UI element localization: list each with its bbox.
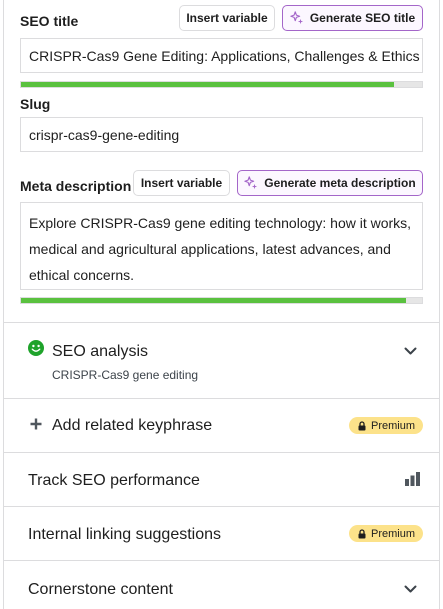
generate-seo-title-button[interactable]: Generate SEO title	[282, 5, 423, 31]
seo-title-progress-fill	[21, 82, 394, 87]
meta-description-value: Explore CRISPR-Cas9 gene editing technol…	[29, 215, 412, 283]
smiley-good-icon	[28, 340, 44, 356]
lock-icon	[358, 528, 366, 538]
slug-label: Slug	[20, 96, 51, 112]
sparkles-icon	[290, 11, 303, 25]
meta-description-textarea[interactable]: Explore CRISPR-Cas9 gene editing technol…	[20, 202, 423, 290]
cornerstone-content-title: Cornerstone content	[28, 581, 173, 598]
seo-title-input[interactable]: CRISPR-Cas9 Gene Editing: Applications, …	[20, 38, 423, 73]
premium-badge: Premium	[349, 525, 424, 542]
seo-analysis-keyphrase: CRISPR-Cas9 gene editing	[52, 368, 199, 382]
plus-icon	[30, 418, 42, 430]
seo-title-length-progress	[20, 81, 423, 88]
sparkles-icon	[244, 176, 258, 190]
generate-meta-description-button[interactable]: Generate meta description	[237, 170, 423, 196]
generate-meta-description-label: Generate meta description	[264, 176, 416, 190]
slug-input[interactable]: crispr-cas9-gene-editing	[20, 117, 423, 152]
cornerstone-content-section[interactable]: Cornerstone content	[3, 561, 440, 609]
meta-description-label: Meta description	[20, 178, 132, 194]
internal-linking-suggestions-section[interactable]: Internal linking suggestions Premium	[3, 507, 440, 560]
meta-description-length-progress	[20, 297, 423, 304]
premium-badge-label: Premium	[371, 419, 416, 432]
add-related-keyphrase-section[interactable]: Add related keyphrase Premium	[3, 399, 440, 452]
chevron-down-icon	[404, 347, 417, 355]
internal-linking-suggestions-title: Internal linking suggestions	[28, 526, 222, 543]
premium-badge-label: Premium	[371, 527, 416, 540]
track-seo-performance-title: Track SEO performance	[28, 472, 200, 489]
meta-description-progress-fill	[21, 298, 406, 303]
chevron-down-icon	[404, 585, 417, 593]
premium-badge: Premium	[349, 417, 424, 434]
slug-value: crispr-cas9-gene-editing	[29, 126, 180, 143]
seo-analysis-title: SEO analysis	[52, 343, 149, 360]
seo-analysis-section[interactable]: SEO analysis CRISPR-Cas9 gene editing	[3, 323, 440, 398]
bar-chart-icon	[405, 472, 420, 486]
seo-title-value: CRISPR-Cas9 Gene Editing: Applications, …	[29, 47, 420, 64]
track-seo-performance-section[interactable]: Track SEO performance	[3, 453, 440, 506]
add-related-keyphrase-title: Add related keyphrase	[52, 417, 213, 434]
lock-icon	[358, 420, 366, 430]
seo-title-label: SEO title	[20, 13, 79, 29]
seo-title-insert-variable-button[interactable]: Insert variable	[179, 5, 275, 31]
generate-seo-title-label: Generate SEO title	[309, 11, 416, 25]
meta-description-insert-variable-button[interactable]: Insert variable	[133, 170, 230, 196]
